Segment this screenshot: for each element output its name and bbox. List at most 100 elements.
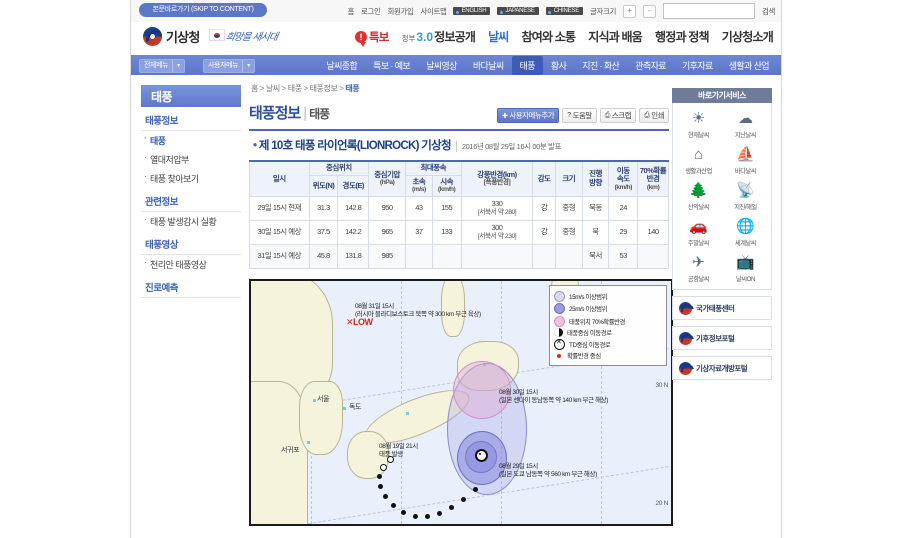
nav-item-weather[interactable]: 날씨	[488, 28, 509, 45]
quick-item-current-weather[interactable]: ☀ 현재날씨	[675, 108, 722, 140]
subnav-item-typhoon[interactable]: 태풍	[511, 55, 543, 75]
subnav-item-earthquake[interactable]: 지진 · 화산	[574, 56, 627, 75]
legend-row: 15m/s 이상범위	[554, 290, 662, 302]
utility-link-home[interactable]: 홈	[347, 6, 354, 17]
quick-item-weekend-weather[interactable]: 🚗 주말날씨	[675, 216, 722, 248]
subnav-item-observation[interactable]: 관측자료	[627, 56, 674, 75]
user-menu-button[interactable]: 사용자메뉴 ▾	[203, 59, 256, 73]
legend-label-prob-center: 확률반경 중심	[567, 353, 601, 361]
quick-item-marine-weather[interactable]: ⛵ 바다날씨	[722, 144, 769, 176]
nav-gov30[interactable]: 정부 3.0 정보공개	[402, 28, 476, 45]
breadcrumb-weather[interactable]: 날씨	[266, 84, 280, 93]
breadcrumb-typhoon-info[interactable]: 태풍정보	[310, 84, 338, 93]
gov-label: 정보공개	[434, 30, 476, 44]
utility-link-sitemap[interactable]: 사이트맵	[420, 6, 446, 17]
cell-radius	[460, 244, 534, 270]
sidebar-item-coms-video[interactable]: 천리안 태풍영상	[141, 255, 241, 274]
subnav-item-forecast[interactable]: 특보 · 예보	[365, 56, 418, 75]
legend-swatch-td-track-icon	[554, 338, 565, 350]
add-user-menu-button[interactable]: ✚ 사용자메뉴추가	[496, 108, 560, 123]
utility-links: 홈 로그인 회원가입 사이트맵 ENGLISH JAPANESE CHINESE…	[347, 3, 775, 19]
fontsize-decrease-button[interactable]: -	[643, 4, 656, 18]
quick-item-weather-on[interactable]: 📺 날씨ON	[722, 252, 769, 284]
sidebar: 태풍 태풍정보 태풍 열대저압부 태풍 찾아보기 관련정보 태풍 발생감시 실황…	[141, 85, 241, 298]
quick-label: 지난날씨	[734, 132, 757, 139]
banner-label: 기후정보포털	[696, 333, 735, 343]
scrap-button[interactable]: ⎙ 스크랩	[599, 108, 637, 123]
quick-item-earthquake-tsunami[interactable]: 📡 지진/해일	[722, 180, 769, 212]
subnav-item-weather-video[interactable]: 날씨영상	[418, 56, 465, 75]
nav-item-administration[interactable]: 행정과 정책	[655, 28, 710, 45]
map-land-korea	[299, 381, 343, 456]
language-chinese[interactable]: CHINESE	[545, 7, 583, 15]
th-pressure-label: 중심기압	[374, 169, 400, 179]
language-japanese[interactable]: JAPANESE	[497, 7, 539, 15]
globe-icon: 🌐	[736, 217, 755, 235]
storm-heading: 제 10호 태풍 라이언록(LIONROCK) 기상청 2016년 08월 29…	[249, 131, 669, 160]
language-english[interactable]: ENGLISH	[453, 7, 491, 15]
breadcrumb-home[interactable]: 홈	[251, 84, 258, 93]
quick-item-world-weather[interactable]: 🌐 세계날씨	[722, 216, 769, 248]
breadcrumb-typhoon[interactable]: 태풍	[288, 84, 302, 93]
th-datetime: 일시	[249, 160, 310, 198]
th-max-wind: 최대풍속	[405, 159, 462, 176]
map-annotation-day3: 08월 31일 15시 (러시아 블라디보스토크 북쪽 약 300 km 부근 …	[355, 303, 481, 319]
map-city-dot	[313, 399, 316, 403]
legend-swatch-probability-icon	[554, 315, 565, 327]
subnav-item-marine[interactable]: 바다날씨	[465, 56, 512, 75]
nav-item-participation[interactable]: 참여와 소통	[522, 28, 577, 45]
quick-item-airport-weather[interactable]: ✈ 공항날씨	[675, 252, 722, 284]
map-label-seogwipo: 서귀포	[281, 447, 300, 455]
nav-item-knowledge[interactable]: 지식과 배움	[588, 28, 643, 45]
skip-to-content-link[interactable]: 본문바로가기 (SKIP TO CONTENT)	[139, 3, 267, 17]
cell-radius-main: 300	[491, 223, 503, 233]
banner-national-typhoon-center[interactable]: 국가태풍센터	[672, 296, 772, 320]
subnav-item-climate[interactable]: 기후자료	[674, 56, 721, 75]
sidebar-item-tropical-depression[interactable]: 열대저압부	[141, 150, 241, 169]
cell-pressure: 965	[368, 220, 407, 246]
sub-navigation: 전체메뉴 ▾ 사용자메뉴 ▾ 날씨종합 특보 · 예보 날씨영상 바다날씨 태풍…	[131, 55, 781, 75]
typhoon-track-map[interactable]: 서울 독도 서귀포 30 N 20 N ✕LOW 08월 31일 15시 (러시…	[249, 279, 673, 527]
quick-label: 현재날씨	[687, 132, 710, 139]
quick-item-mountain-weather[interactable]: 🌲 산악날씨	[675, 180, 722, 212]
th-wind-kmh-label: 시속	[440, 176, 454, 186]
typhoon-center-eye	[475, 449, 488, 463]
cell-radius: 330 [서북서 약 280]	[460, 196, 534, 222]
page-title-main: 태풍정보	[249, 105, 301, 122]
breadcrumb: 홈 > 날씨 > 태풍 > 태풍정보 > 태풍	[251, 84, 360, 93]
search-button[interactable]: 검색	[762, 6, 775, 17]
legend-label-center-track: 태풍중심 이동경로	[567, 330, 612, 338]
chevron-down-icon: ▾	[242, 60, 254, 72]
subnav-item-yellowdust[interactable]: 황사	[543, 56, 574, 75]
add-user-menu-label: 사용자메뉴추가	[509, 111, 555, 120]
sidebar-item-typhoon-search[interactable]: 태풍 찾아보기	[141, 169, 241, 188]
nav-alert[interactable]: ! 특보	[355, 29, 389, 47]
fontsize-increase-button[interactable]: +	[623, 4, 636, 18]
kma-logo[interactable]: 기상청	[143, 27, 200, 46]
page-header: 태풍정보 | 태풍 ✚ 사용자메뉴추가 ? 도움말 ⎙ 스크랩 ⎙ 인쇄	[249, 102, 669, 123]
help-button[interactable]: ? 도움말	[562, 108, 597, 123]
banner-climate-portal[interactable]: 기후정보포털	[672, 326, 772, 350]
th-size: 크기	[554, 160, 583, 198]
th-wind-ms: 초속 (m/s)	[405, 174, 433, 198]
sidebar-item-genesis-monitoring[interactable]: 태풍 발생감시 실황	[141, 212, 241, 231]
utility-link-signup[interactable]: 회원가입	[387, 6, 413, 17]
cell-radius-sub: [서북서 약 280]	[477, 208, 517, 216]
nav-alert-label: 특보	[369, 31, 389, 44]
banner-open-data-portal[interactable]: 기상자료개방포털	[672, 356, 772, 380]
legend-label-15ms: 15m/s 이상범위	[569, 293, 608, 301]
print-button[interactable]: ⎙ 인쇄	[639, 108, 669, 123]
sidebar-item-typhoon[interactable]: 태풍	[141, 131, 241, 150]
quick-item-past-weather[interactable]: ☁ 지난날씨	[722, 108, 769, 140]
subnav-item-life-industry[interactable]: 생활과 산업	[721, 56, 777, 75]
typhoon-data-table: 일시 중심위치 중심기압 (hPa) 최대풍속 강풍반경(km) [폭풍반경]	[249, 159, 669, 270]
th-intensity: 강도	[532, 160, 556, 198]
quick-item-life-industry[interactable]: ⌂ 생활과산업	[675, 144, 722, 176]
all-menu-button[interactable]: 전체메뉴 ▾	[139, 59, 186, 73]
plus-icon: ✚	[501, 112, 508, 120]
search-input[interactable]	[663, 3, 755, 19]
nav-item-about[interactable]: 기상청소개	[722, 28, 774, 45]
car-icon: 🚗	[689, 217, 708, 235]
subnav-item-weather-summary[interactable]: 날씨종합	[318, 56, 365, 75]
utility-link-login[interactable]: 로그인	[361, 6, 381, 17]
